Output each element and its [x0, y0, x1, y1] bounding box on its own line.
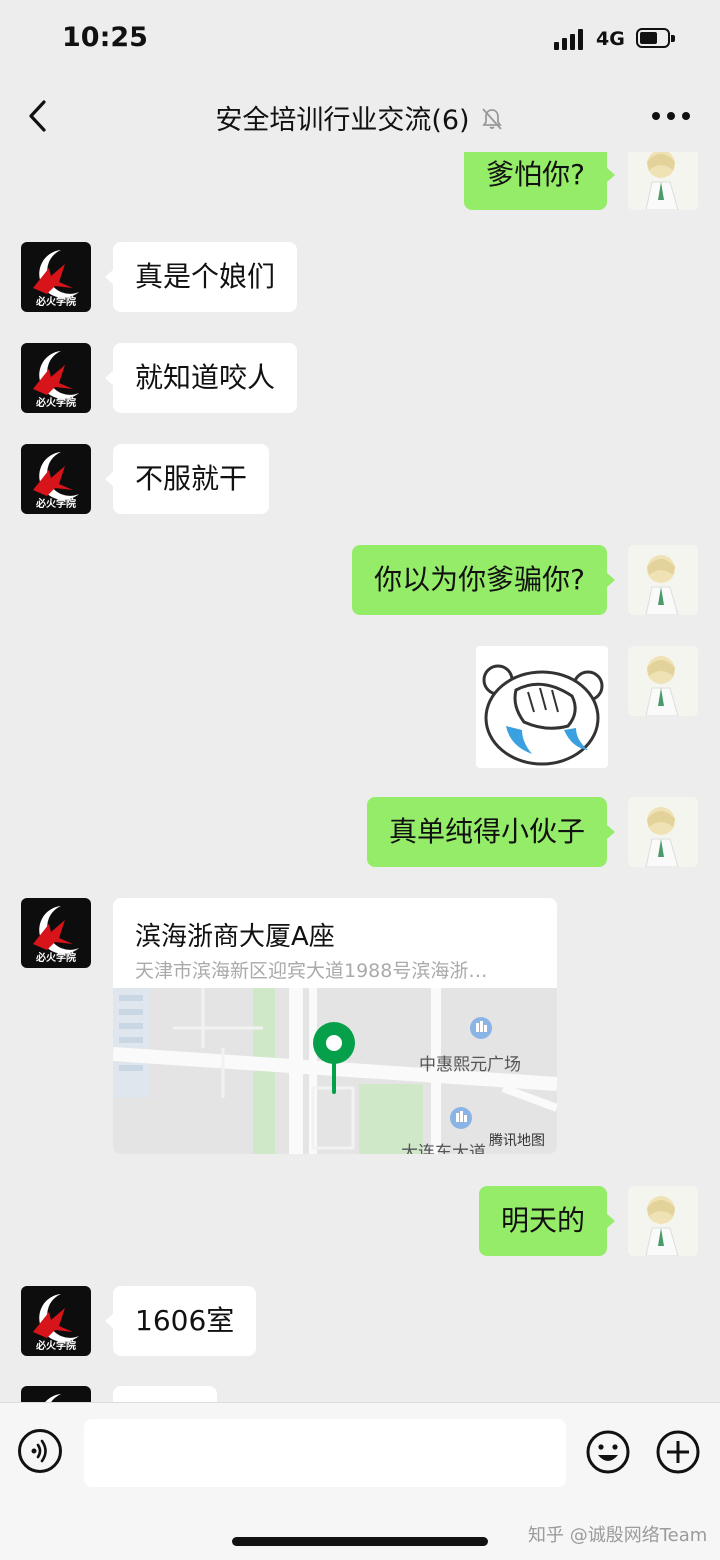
- battery-icon: [636, 28, 676, 50]
- sender-avatar[interactable]: 必火学院: [21, 1286, 91, 1356]
- message-list[interactable]: 爹怕你? 必火学院 真是个娘们 必火学院 就知道咬人 必火学院 不服就干 你以为…: [0, 152, 720, 1402]
- sent-message-bubble[interactable]: 真单纯得小伙子: [366, 797, 616, 867]
- message-row: 必火学院 就知道咬人: [0, 343, 720, 415]
- message-row-partial: [0, 1386, 720, 1402]
- map-road-label: 大连东大道: [401, 1143, 486, 1154]
- received-message-bubble[interactable]: [113, 1386, 217, 1402]
- message-row: 爹怕你?: [0, 152, 720, 212]
- map-poi-label: 中惠熙元广场: [419, 1055, 521, 1075]
- smiley-icon: [586, 1430, 630, 1474]
- self-avatar[interactable]: [628, 797, 698, 867]
- message-row: [0, 646, 720, 770]
- message-row: 必火学院 不服就干: [0, 444, 720, 516]
- message-row: 你以为你爹骗你?: [0, 545, 720, 617]
- chat-header: 安全培训行业交流(6): [0, 80, 720, 152]
- chat-title-area: 安全培训行业交流(6): [150, 98, 570, 137]
- status-time: 10:25: [62, 22, 148, 53]
- sender-avatar[interactable]: 必火学院: [21, 898, 91, 968]
- anime-avatar-icon: [628, 1186, 698, 1256]
- sent-message-bubble[interactable]: 明天的: [478, 1186, 616, 1256]
- voice-wave-icon: [31, 1439, 47, 1463]
- self-avatar[interactable]: [628, 1186, 698, 1256]
- received-message-bubble[interactable]: 1606室: [104, 1286, 257, 1356]
- sender-avatar[interactable]: [21, 1386, 91, 1402]
- input-toolbar: 知乎 @诚殷网络Team: [0, 1402, 720, 1560]
- avatar-brand-text: 必火学院: [36, 398, 76, 409]
- network-type: 4G: [596, 28, 625, 50]
- avatar-brand-text: 必火学院: [36, 1341, 76, 1352]
- emoji-button[interactable]: [585, 1429, 631, 1475]
- location-card[interactable]: 滨海浙商大厦A座 天津市滨海新区迎宾大道1988号滨海浙… 中惠熙元广场 大连东…: [113, 898, 557, 1154]
- message-row: 明天的: [0, 1186, 720, 1258]
- sender-avatar[interactable]: 必火学院: [21, 444, 91, 514]
- received-message-bubble[interactable]: 就知道咬人: [104, 343, 298, 413]
- chat-title: 安全培训行业交流(6): [215, 105, 470, 136]
- message-row: 必火学院 1606室: [0, 1286, 720, 1358]
- signal-icon: [554, 28, 588, 50]
- received-message-bubble[interactable]: 真是个娘们: [104, 242, 298, 312]
- anime-avatar-icon: [628, 545, 698, 615]
- received-message-bubble[interactable]: 不服就干: [104, 444, 270, 514]
- back-button[interactable]: [22, 94, 58, 138]
- more-options-button[interactable]: [652, 112, 692, 122]
- message-row: 必火学院 真是个娘们: [0, 242, 720, 314]
- sticker-message[interactable]: [476, 646, 608, 768]
- message-input[interactable]: [84, 1419, 566, 1487]
- location-name: 滨海浙商大厦A座: [135, 922, 335, 952]
- bihuo-logo-icon: [45, 1394, 61, 1402]
- sent-message-bubble[interactable]: 爹怕你?: [464, 152, 615, 210]
- message-row: 真单纯得小伙子: [0, 797, 720, 869]
- more-actions-button[interactable]: [655, 1429, 701, 1475]
- anime-avatar-icon: [628, 797, 698, 867]
- sender-avatar[interactable]: 必火学院: [21, 343, 91, 413]
- home-indicator[interactable]: [232, 1537, 488, 1546]
- voice-input-button[interactable]: [18, 1429, 62, 1473]
- location-address: 天津市滨海新区迎宾大道1988号滨海浙…: [135, 960, 488, 982]
- crying-bear-sticker-icon: [476, 646, 608, 768]
- self-avatar[interactable]: [628, 545, 698, 615]
- message-row: 必火学院 滨海浙商大厦A座 天津市滨海新区迎宾大道1988号滨海浙… 中惠熙元广…: [0, 898, 720, 1156]
- sent-message-bubble[interactable]: 你以为你爹骗你?: [352, 545, 615, 615]
- watermark: 知乎 @诚殷网络Team: [528, 1525, 708, 1546]
- avatar-brand-text: 必火学院: [36, 297, 76, 308]
- anime-avatar-icon: [628, 152, 698, 210]
- status-bar: 10:25 4G: [0, 0, 720, 80]
- self-avatar[interactable]: [628, 646, 698, 716]
- self-avatar[interactable]: [628, 152, 698, 210]
- avatar-brand-text: 必火学院: [36, 499, 76, 510]
- plus-circle-icon: [656, 1430, 700, 1474]
- sender-avatar[interactable]: 必火学院: [21, 242, 91, 312]
- avatar-brand-text: 必火学院: [36, 953, 76, 964]
- bell-muted-icon: [481, 108, 502, 130]
- anime-avatar-icon: [628, 646, 698, 716]
- map-credit: 腾讯地图: [489, 1133, 545, 1149]
- location-map[interactable]: 中惠熙元广场 大连东大道 腾讯地图: [113, 988, 557, 1154]
- chevron-left-icon: [29, 100, 46, 132]
